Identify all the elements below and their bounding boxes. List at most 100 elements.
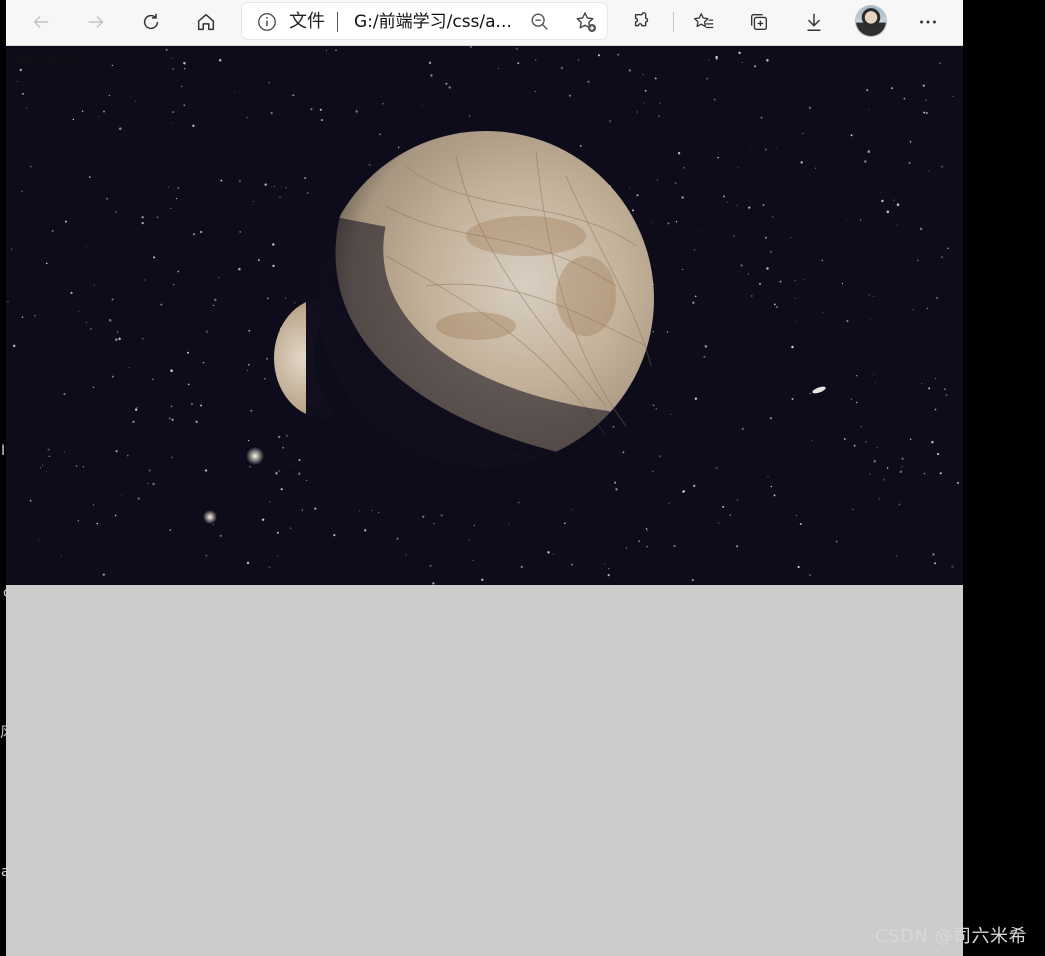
star <box>934 562 936 565</box>
star <box>263 377 266 380</box>
star <box>741 61 743 64</box>
star <box>898 503 901 506</box>
star <box>925 112 928 114</box>
star <box>252 200 254 202</box>
star <box>128 367 130 369</box>
star <box>248 329 251 332</box>
star <box>429 564 432 567</box>
star <box>70 291 73 295</box>
side-mark: a <box>1 864 10 880</box>
star <box>667 222 670 225</box>
star <box>472 559 474 561</box>
favorites-button[interactable] <box>687 6 721 38</box>
star <box>522 92 524 94</box>
star <box>652 404 655 407</box>
star <box>266 297 269 300</box>
star <box>21 190 23 192</box>
star <box>119 338 121 340</box>
star <box>859 218 862 221</box>
star <box>925 99 927 101</box>
star <box>659 102 661 104</box>
star <box>625 547 627 549</box>
info-icon[interactable] <box>256 11 278 33</box>
star <box>794 279 796 282</box>
star <box>560 66 564 70</box>
more-button[interactable] <box>911 6 945 38</box>
star <box>770 485 773 488</box>
star <box>170 369 173 372</box>
avatar[interactable] <box>856 6 886 36</box>
star <box>729 514 732 516</box>
star <box>396 537 399 540</box>
star <box>791 345 794 349</box>
zoom-out-icon[interactable] <box>529 11 551 33</box>
home-button[interactable] <box>189 6 223 38</box>
forward-button[interactable] <box>79 6 113 38</box>
downloads-button[interactable] <box>797 6 831 38</box>
star <box>306 479 308 481</box>
star <box>796 514 798 516</box>
star <box>280 186 282 188</box>
star <box>934 408 937 411</box>
star <box>843 438 846 440</box>
star <box>205 554 208 557</box>
star <box>320 119 323 122</box>
side-mark: 风 <box>0 725 14 741</box>
collections-button[interactable] <box>742 6 776 38</box>
star <box>497 67 499 69</box>
star <box>629 187 631 189</box>
star <box>273 186 275 187</box>
star <box>171 58 173 59</box>
star <box>355 110 358 113</box>
back-button[interactable] <box>24 6 58 38</box>
star <box>773 303 776 306</box>
star <box>643 102 646 104</box>
star <box>335 49 337 52</box>
star <box>683 167 685 169</box>
star <box>22 93 24 95</box>
star <box>908 161 911 164</box>
star <box>137 497 140 500</box>
star <box>115 338 118 341</box>
star <box>811 440 813 442</box>
star <box>809 574 811 576</box>
toolbar-divider <box>673 12 674 32</box>
star <box>382 102 384 105</box>
star <box>766 267 769 270</box>
extensions-button[interactable] <box>625 6 659 38</box>
star <box>675 221 678 223</box>
star <box>655 267 657 269</box>
star <box>47 448 50 451</box>
address-url[interactable]: G:/前端学习/css/a... <box>354 11 529 33</box>
star <box>764 148 767 151</box>
star <box>29 165 32 168</box>
address-bar[interactable]: 文件 G:/前端学习/css/a... <box>242 3 607 39</box>
star <box>78 310 80 312</box>
star <box>212 304 214 307</box>
refresh-button[interactable] <box>134 6 168 38</box>
star <box>922 84 925 87</box>
star <box>248 465 251 468</box>
star <box>899 470 903 474</box>
star <box>152 378 154 381</box>
arrow-right-icon <box>88 15 104 29</box>
star <box>63 451 65 453</box>
star <box>102 110 106 113</box>
home-icon <box>197 13 215 31</box>
star <box>279 196 281 198</box>
star <box>200 230 203 234</box>
star <box>428 61 432 65</box>
star-add-icon[interactable] <box>574 10 598 34</box>
star <box>873 460 876 463</box>
star <box>939 472 942 475</box>
star <box>747 273 749 275</box>
star <box>7 300 9 303</box>
star <box>202 361 205 364</box>
star <box>736 204 738 206</box>
star <box>766 59 769 62</box>
star <box>51 229 54 233</box>
star <box>891 87 894 90</box>
star <box>553 553 554 555</box>
star <box>204 469 208 472</box>
star <box>776 306 778 308</box>
